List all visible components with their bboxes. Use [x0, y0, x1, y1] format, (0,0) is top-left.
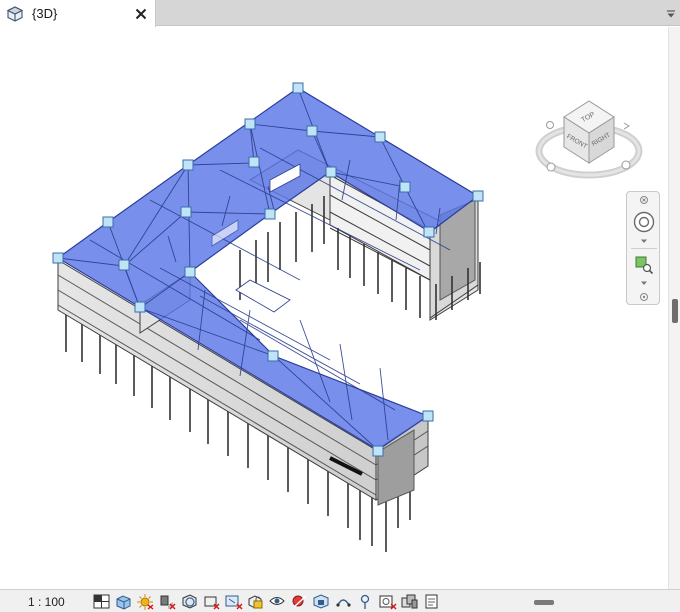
detail-level-icon[interactable]: [92, 593, 111, 610]
3d-viewport-canvas[interactable]: TOP FRONT RIGHT: [0, 27, 668, 589]
reveal-hidden-icon[interactable]: [290, 593, 309, 610]
cube-3d-view-icon: [6, 5, 24, 22]
tab-title: {3D}: [32, 6, 58, 21]
design-options-icon[interactable]: [422, 593, 441, 610]
close-navbar-icon[interactable]: [639, 195, 649, 205]
unlock-3d-view-icon[interactable]: [246, 593, 265, 610]
close-icon[interactable]: [133, 6, 149, 22]
chevron-down-icon[interactable]: [666, 9, 676, 19]
view-control-bar: 1 : 100: [0, 589, 680, 612]
analytical-model-icon[interactable]: [334, 593, 353, 610]
crop-view-icon[interactable]: [202, 593, 221, 610]
vertical-scroll-thumb[interactable]: [672, 299, 678, 323]
view-cube-icon[interactable]: TOP FRONT RIGHT: [534, 93, 644, 185]
steering-wheel-icon[interactable]: [632, 210, 656, 234]
temporary-hide-icon[interactable]: [268, 593, 287, 610]
horizontal-scroll-thumb[interactable]: [534, 600, 554, 605]
vertical-scrollbar[interactable]: [668, 27, 680, 589]
view-tab-strip: {3D}: [0, 0, 680, 27]
worksets-icon[interactable]: [400, 593, 419, 610]
render-dialog-icon[interactable]: [180, 593, 199, 610]
view-control-icons: [92, 593, 441, 610]
revit-3d-view-window: {3D} TOP FRONT RIGHT 1: 100: [0, 0, 680, 612]
reveal-constraints-icon[interactable]: [378, 593, 397, 610]
zoom-region-icon[interactable]: [633, 255, 655, 275]
show-crop-region-icon[interactable]: [224, 593, 243, 610]
chevron-down-icon[interactable]: [640, 238, 648, 244]
shadows-icon[interactable]: [158, 593, 177, 610]
tab-3d-view[interactable]: {3D}: [0, 0, 156, 27]
highlight-displacement-icon[interactable]: [356, 593, 375, 610]
visual-style-icon[interactable]: [114, 593, 133, 610]
chevron-down-icon[interactable]: [640, 280, 648, 286]
view-scale[interactable]: 1 : 100: [28, 595, 65, 609]
navigation-bar: [626, 191, 660, 305]
navbar-options-icon[interactable]: [639, 292, 649, 302]
worksharing-display-icon[interactable]: [312, 593, 331, 610]
sun-path-icon[interactable]: [136, 593, 155, 610]
